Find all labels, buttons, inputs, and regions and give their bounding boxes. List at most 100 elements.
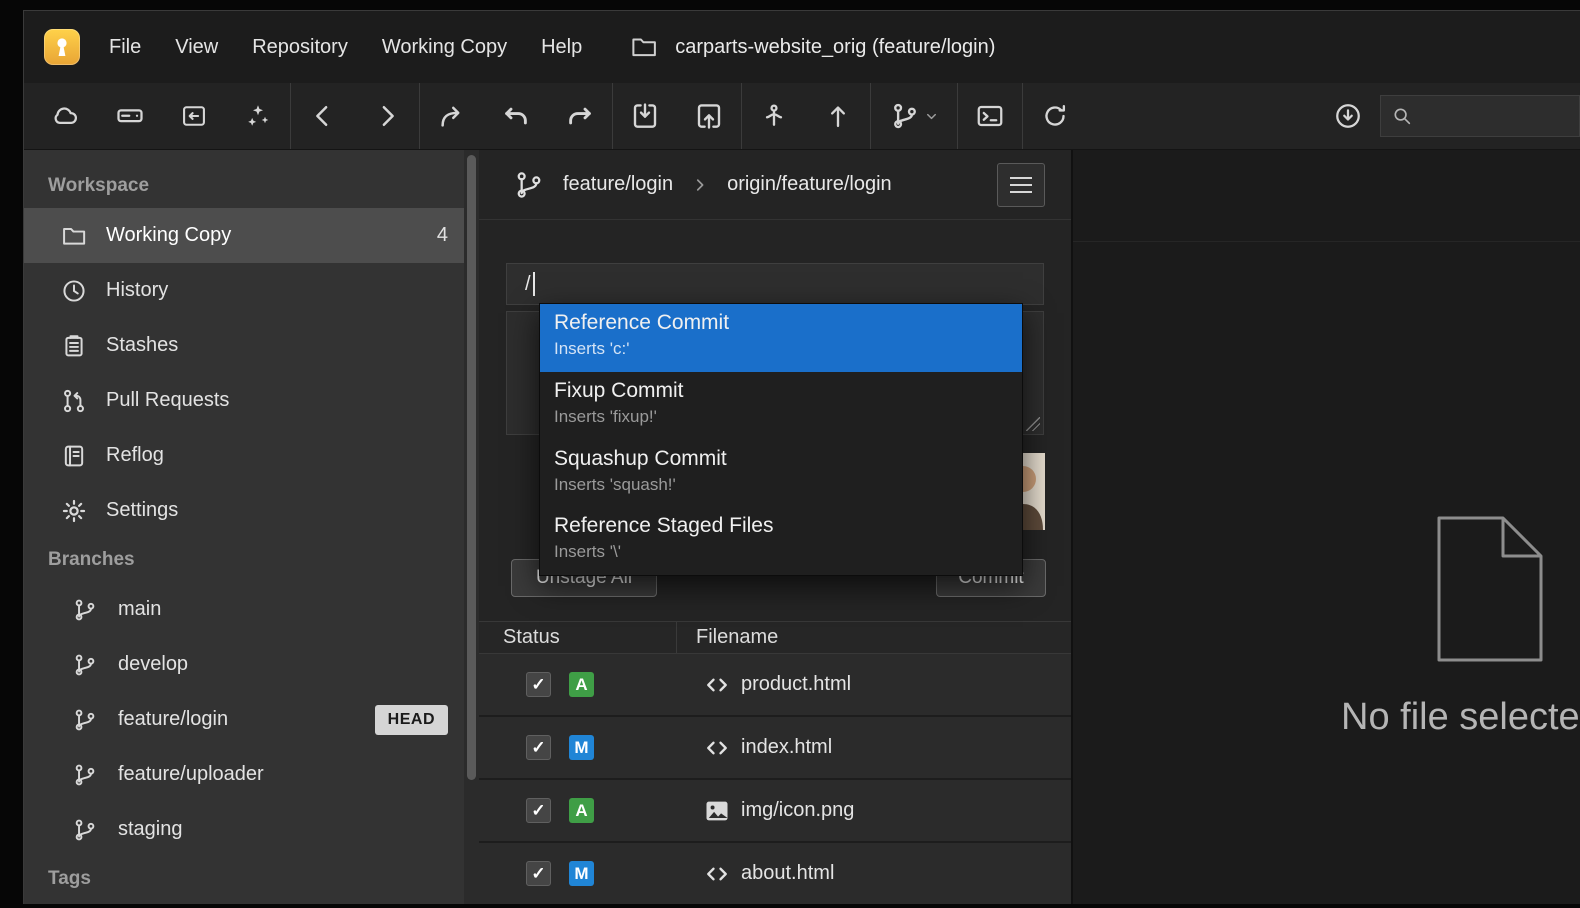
branch-label: develop bbox=[118, 653, 188, 676]
pull-button[interactable] bbox=[613, 83, 677, 149]
cloud-icon bbox=[51, 101, 81, 131]
commit-options-button[interactable] bbox=[997, 163, 1045, 207]
back-button[interactable] bbox=[291, 83, 355, 149]
autocomplete-title: Fixup Commit bbox=[554, 379, 1008, 403]
search-input[interactable] bbox=[1421, 106, 1561, 127]
menu-file[interactable]: File bbox=[92, 26, 158, 69]
autocomplete-subtitle: Inserts '\' bbox=[554, 542, 1008, 562]
status-badge: M bbox=[569, 861, 594, 886]
branches-section-label: Branches bbox=[24, 538, 464, 582]
remote-branch-name[interactable]: origin/feature/login bbox=[727, 173, 892, 196]
column-status: Status bbox=[479, 626, 676, 649]
branch-item-feature-uploader[interactable]: feature/uploader bbox=[24, 747, 464, 802]
autocomplete-title: Reference Staged Files bbox=[554, 514, 1008, 538]
sidebar-item-reflog[interactable]: Reflog bbox=[24, 428, 464, 483]
autocomplete-item-squashup-commit[interactable]: Squashup Commit Inserts 'squash!' bbox=[540, 440, 1022, 508]
push-icon bbox=[694, 101, 724, 131]
filename: product.html bbox=[741, 673, 851, 696]
checkout-button[interactable] bbox=[420, 83, 484, 149]
autocomplete-item-reference-commit[interactable]: Reference Commit Inserts 'c:' bbox=[540, 304, 1022, 372]
table-row[interactable]: ✓ A img/icon.png bbox=[479, 780, 1071, 841]
sidebar-item-working-copy[interactable]: Working Copy 4 bbox=[24, 208, 464, 263]
download-button[interactable] bbox=[1316, 83, 1380, 149]
git-branch-icon bbox=[890, 101, 920, 131]
repo-title: carparts-website_orig (feature/login) bbox=[675, 36, 995, 59]
refresh-button[interactable] bbox=[1023, 83, 1087, 149]
browse-button[interactable] bbox=[98, 83, 162, 149]
scrollbar-thumb[interactable] bbox=[467, 155, 476, 780]
stage-checkbox[interactable]: ✓ bbox=[526, 861, 551, 886]
branch-item-feature-login[interactable]: feature/login HEAD bbox=[24, 692, 464, 747]
menu-view[interactable]: View bbox=[158, 26, 235, 69]
git-branch-icon bbox=[513, 169, 545, 201]
sidebar-scrollbar[interactable] bbox=[464, 150, 479, 904]
branch-item-develop[interactable]: develop bbox=[24, 637, 464, 692]
menu-help[interactable]: Help bbox=[524, 26, 599, 69]
table-row[interactable]: ✓ M index.html bbox=[479, 717, 1071, 778]
forward-button[interactable] bbox=[355, 83, 419, 149]
local-branch-name[interactable]: feature/login bbox=[563, 173, 673, 196]
preview-pane: No file selected bbox=[1073, 150, 1580, 904]
branch-item-main[interactable]: main bbox=[24, 582, 464, 637]
file-table: ✓ A product.html ✓ M index.html ✓ A img/… bbox=[479, 654, 1071, 904]
table-row[interactable]: ✓ A product.html bbox=[479, 654, 1071, 715]
sidebar-item-pull-requests[interactable]: Pull Requests bbox=[24, 373, 464, 428]
sourcetree-app-icon bbox=[44, 29, 80, 65]
branch-button[interactable] bbox=[871, 83, 957, 149]
stage-checkbox[interactable]: ✓ bbox=[526, 672, 551, 697]
undo-button[interactable] bbox=[484, 83, 548, 149]
wand-button[interactable] bbox=[226, 83, 290, 149]
redo-button[interactable] bbox=[548, 83, 612, 149]
branch-label: main bbox=[118, 598, 161, 621]
tags-section-label: Tags bbox=[24, 857, 464, 901]
toolbar bbox=[24, 83, 1580, 150]
no-file-selected-text: No file selected bbox=[1341, 696, 1580, 739]
refresh-icon bbox=[1041, 102, 1069, 130]
menu-list: File View Repository Working Copy Help bbox=[92, 26, 599, 69]
sidebar-item-stashes[interactable]: Stashes bbox=[24, 318, 464, 373]
branch-item-staging[interactable]: staging bbox=[24, 802, 464, 857]
resize-grip-icon[interactable] bbox=[1026, 417, 1040, 431]
branch-out-icon bbox=[437, 101, 467, 131]
code-file-icon bbox=[703, 734, 731, 762]
menu-repository[interactable]: Repository bbox=[235, 26, 365, 69]
chevron-right-icon bbox=[691, 176, 709, 194]
filename: about.html bbox=[741, 862, 834, 885]
empty-document-icon bbox=[1431, 514, 1549, 664]
cloud-button[interactable] bbox=[34, 83, 98, 149]
app-window: File View Repository Working Copy Help c… bbox=[23, 10, 1580, 904]
autocomplete-item-reference-staged-files[interactable]: Reference Staged Files Inserts '\' bbox=[540, 507, 1022, 575]
sidebar-item-label: Reflog bbox=[106, 444, 164, 467]
chevron-left-icon bbox=[308, 101, 338, 131]
status-badge: A bbox=[569, 672, 594, 697]
move-up-button[interactable] bbox=[806, 83, 870, 149]
person-up-icon bbox=[760, 102, 788, 130]
shelve-button[interactable] bbox=[742, 83, 806, 149]
head-badge: HEAD bbox=[375, 705, 448, 735]
terminal-button[interactable] bbox=[958, 83, 1022, 149]
autocomplete-item-fixup-commit[interactable]: Fixup Commit Inserts 'fixup!' bbox=[540, 372, 1022, 440]
sidebar-item-history[interactable]: History bbox=[24, 263, 464, 318]
table-row[interactable]: ✓ M about.html bbox=[479, 843, 1071, 904]
git-branch-icon bbox=[72, 817, 100, 843]
new-tab-icon bbox=[180, 102, 208, 130]
preview-header-seam bbox=[1073, 241, 1580, 242]
menu-working-copy[interactable]: Working Copy bbox=[365, 26, 524, 69]
sidebar-item-settings[interactable]: Settings bbox=[24, 483, 464, 538]
push-button[interactable] bbox=[677, 83, 741, 149]
autocomplete-subtitle: Inserts 'fixup!' bbox=[554, 407, 1008, 427]
column-filename: Filename bbox=[677, 626, 778, 649]
commit-autocomplete-dropdown: Reference Commit Inserts 'c:' Fixup Comm… bbox=[539, 303, 1023, 576]
folder-icon bbox=[629, 32, 659, 62]
git-branch-icon bbox=[72, 652, 100, 678]
branch-label: feature/uploader bbox=[118, 763, 264, 786]
new-tab-button[interactable] bbox=[162, 83, 226, 149]
stage-checkbox[interactable]: ✓ bbox=[526, 735, 551, 760]
commit-summary-input[interactable]: / bbox=[506, 263, 1044, 305]
history-clock-icon bbox=[60, 277, 88, 305]
pull-icon bbox=[630, 101, 660, 131]
stage-checkbox[interactable]: ✓ bbox=[526, 798, 551, 823]
staging-pane: feature/login origin/feature/login / bbox=[479, 150, 1071, 904]
sidebar-item-label: Pull Requests bbox=[106, 389, 229, 412]
status-badge: A bbox=[569, 798, 594, 823]
